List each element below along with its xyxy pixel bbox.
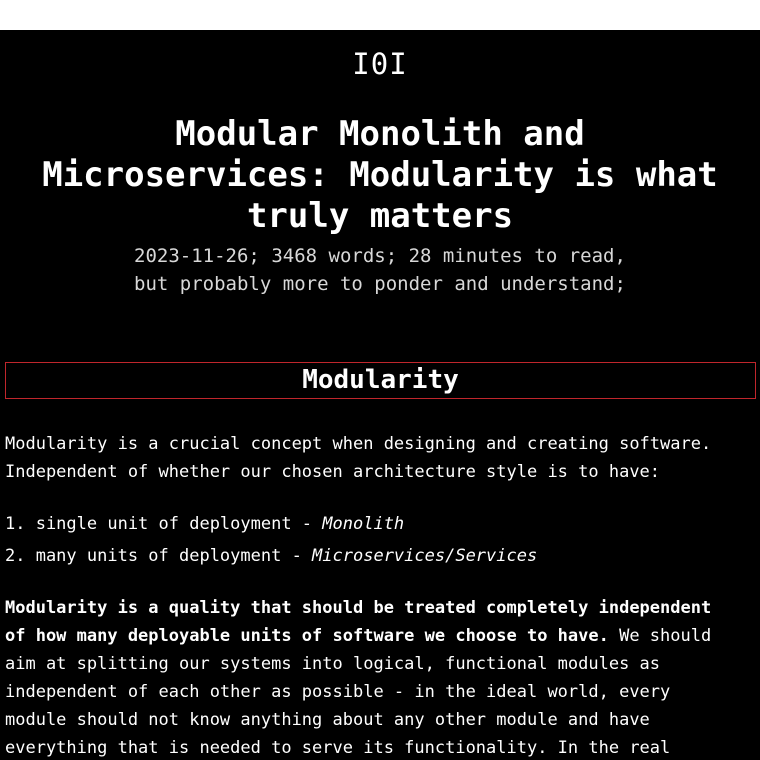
article-meta-line-1: 2023-11-26; 3468 words; 28 minutes to re… xyxy=(134,245,626,267)
list-item-emphasis: Microservices/Services xyxy=(312,546,538,566)
article-title-line-1: Modular Monolith and xyxy=(175,114,585,154)
paragraph-modularity-line-3: aim at splitting our systems into logica… xyxy=(5,654,661,674)
paragraph-intro: Modularity is a crucial concept when des… xyxy=(5,430,757,486)
site-logo[interactable]: I0I xyxy=(0,44,760,84)
article-meta-line-2: but probably more to ponder and understa… xyxy=(134,273,626,295)
list-item: 1. single unit of deployment - Monolith xyxy=(5,510,757,542)
article-title: Modular Monolith and Microservices: Modu… xyxy=(0,114,760,237)
paragraph-modularity-line-6: everything that is needed to serve its f… xyxy=(5,738,671,758)
browser-top-strip xyxy=(0,0,760,30)
deployment-list: 1. single unit of deployment - Monolith … xyxy=(5,510,757,574)
list-item-text: 2. many units of deployment - xyxy=(5,546,313,566)
list-item-emphasis: Monolith xyxy=(322,514,405,534)
list-item: 2. many units of deployment - Microservi… xyxy=(5,542,757,574)
article-meta: 2023-11-26; 3468 words; 28 minutes to re… xyxy=(0,242,760,298)
article-title-line-2: Microservices: Modularity is what xyxy=(42,155,718,195)
paragraph-modularity-line-5: module should not know anything about an… xyxy=(5,710,650,730)
section-heading-modularity: Modularity xyxy=(5,362,756,399)
article-title-line-3: truly matters xyxy=(246,196,514,236)
bold-text: Modularity is a quality that should be t… xyxy=(5,598,712,618)
paragraph-intro-line-1: Modularity is a crucial concept when des… xyxy=(5,434,712,454)
paragraph-modularity: Modularity is a quality that should be t… xyxy=(5,594,757,760)
paragraph-intro-line-2: Independent of whether our chosen archit… xyxy=(5,462,661,482)
article-page: I0I Modular Monolith and Microservices: … xyxy=(0,30,760,760)
paragraph-modularity-line-4: independent of each other as possible - … xyxy=(5,682,671,702)
list-item-text: 1. single unit of deployment - xyxy=(5,514,323,534)
paragraph-modularity-line-2: of how many deployable units of software… xyxy=(5,622,757,650)
plain-text: We should xyxy=(608,626,712,646)
bold-text: of how many deployable units of software… xyxy=(5,626,609,646)
paragraph-modularity-line-1: Modularity is a quality that should be t… xyxy=(5,594,757,622)
